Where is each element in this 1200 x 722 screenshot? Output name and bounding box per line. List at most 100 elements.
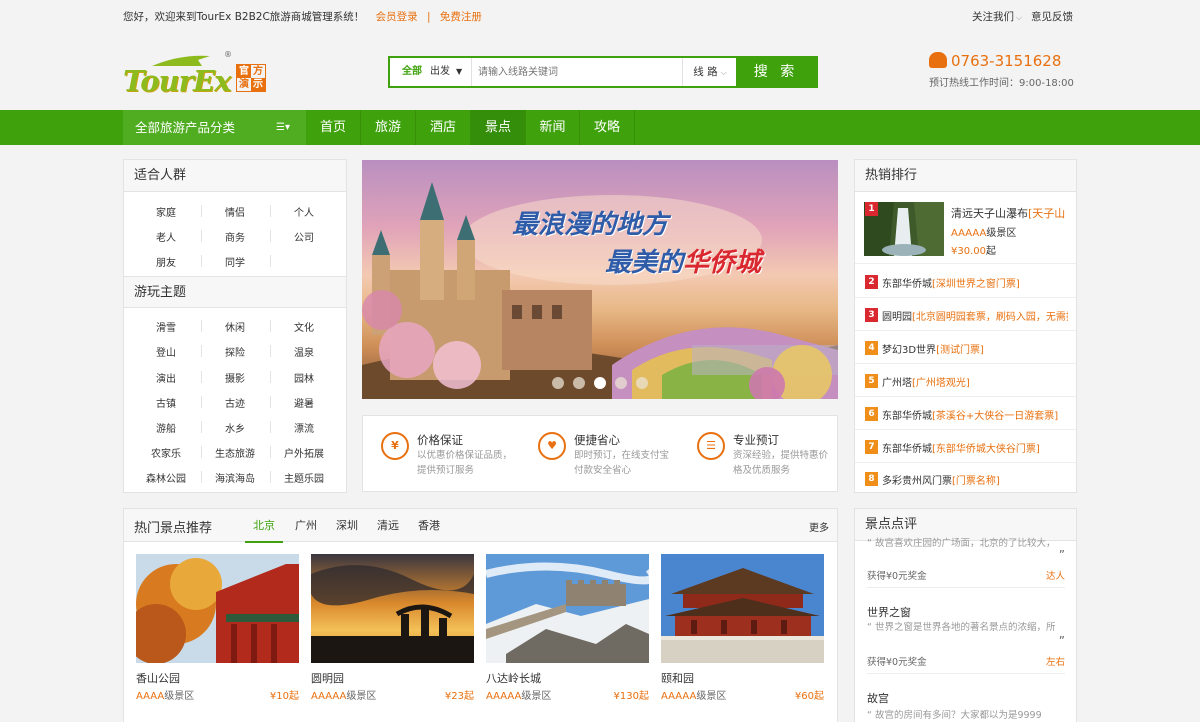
spot-name: 圆明园: [311, 672, 344, 685]
audience-tag[interactable]: 朋友: [132, 254, 200, 269]
promo-banner[interactable]: 最浪漫的地方 最美的华侨城: [362, 160, 838, 399]
theme-tag[interactable]: 古迹: [201, 395, 269, 410]
rank-item[interactable]: 5 广州塔[广州塔观光]: [855, 364, 1076, 397]
nav-item-travel[interactable]: 旅游: [361, 110, 416, 145]
nav-item-guides[interactable]: 攻略: [580, 110, 635, 145]
search-type-value: 线 路: [693, 66, 718, 78]
theme-tag[interactable]: 水乡: [201, 420, 269, 435]
yen-icon: ¥: [381, 432, 409, 460]
spot-card[interactable]: 颐和园 AAAAA级景区 ¥60起: [661, 554, 824, 702]
carousel-dot[interactable]: [552, 377, 564, 389]
carousel-dot-active[interactable]: [594, 377, 606, 389]
carousel-dot[interactable]: [573, 377, 585, 389]
theme-tag[interactable]: 温泉: [270, 344, 338, 359]
logo-wordmark: TourEx: [123, 64, 231, 98]
theme-tag[interactable]: 园林: [270, 370, 338, 385]
theme-tag[interactable]: 登山: [132, 344, 200, 359]
tag-divider: [270, 230, 271, 242]
search-type-select[interactable]: 线 路 ⌵: [682, 58, 737, 86]
more-link[interactable]: 更多: [809, 519, 829, 534]
spot-price-value: ¥130: [613, 691, 639, 702]
feedback-link[interactable]: 意见反馈: [1031, 9, 1073, 24]
carousel-dot[interactable]: [636, 377, 648, 389]
search-category-select[interactable]: 全部 出发 ▼: [390, 58, 472, 86]
spot-photo: [661, 554, 824, 663]
rank-item-top[interactable]: 1 1 清远天子山瀑布[天子山 AAAAA级景区 ¥30.00起: [855, 193, 1076, 264]
theme-tag[interactable]: 主题乐园: [270, 470, 338, 485]
spot-card[interactable]: 圆明园 AAAAA级景区 ¥23起: [311, 554, 474, 702]
tag-divider: [201, 446, 202, 458]
audience-tag[interactable]: 同学: [201, 254, 269, 269]
all-categories-menu[interactable]: 全部旅游产品分类 ☰▾: [123, 110, 306, 145]
spot-photo: [311, 554, 474, 663]
audience-tag[interactable]: 老人: [132, 229, 200, 244]
theme-tag[interactable]: 生态旅游: [201, 445, 269, 460]
audience-tag[interactable]: 情侣: [201, 204, 269, 219]
spot-level-stars: AAAA: [136, 691, 165, 702]
tab-hongkong[interactable]: 香港: [418, 517, 440, 541]
feature-title: 专业预订: [733, 433, 779, 447]
nav-item-attractions[interactable]: 景点: [471, 110, 526, 145]
nav-item-home[interactable]: 首页: [306, 110, 361, 145]
hot-sales-ranking: 热销排行 1 1 清远天子山瀑布[天子山 AAAAA级景区 ¥30.00起 2 …: [854, 159, 1077, 493]
spot-level-stars: AAAAA: [661, 691, 697, 702]
rank-top-level-stars: AAAAA: [951, 228, 987, 239]
theme-tag[interactable]: 滑雪: [132, 319, 200, 334]
feature-desc: 资深经验，提供特惠价格及优质服务: [733, 450, 829, 476]
spot-price: ¥60起: [795, 687, 824, 702]
theme-tag[interactable]: 休闲: [201, 319, 269, 334]
theme-tag[interactable]: 海滨海岛: [201, 470, 269, 485]
tag-divider: [270, 205, 271, 217]
spot-photo: [126, 554, 299, 664]
theme-tag[interactable]: 漂流: [270, 420, 338, 435]
audience-tag[interactable]: 商务: [201, 229, 269, 244]
rank-item-tag: [北京圆明园套票，刷码入园，无需排: [912, 312, 1068, 323]
tag-divider: [201, 255, 202, 267]
spot-card[interactable]: 香山公园 AAAA级景区 ¥10起: [126, 554, 299, 702]
nav-item-hotel[interactable]: 酒店: [416, 110, 471, 145]
hot-attractions-title: 热门景点推荐: [134, 521, 213, 536]
theme-tag[interactable]: 文化: [270, 319, 338, 334]
rank-item[interactable]: 6 东部华侨城[茶溪谷+大侠谷一日游套票]: [855, 397, 1076, 430]
theme-tag[interactable]: 演出: [132, 370, 200, 385]
audience-tag[interactable]: 公司: [270, 229, 338, 244]
search-button[interactable]: 搜 索: [736, 58, 816, 86]
rank-top-price-suffix: 起: [986, 246, 996, 257]
nav-item-news[interactable]: 新闻: [526, 110, 580, 145]
theme-tag[interactable]: 森林公园: [132, 470, 200, 485]
hotline-hours: 预订热线工作时间：9:00-18:00: [929, 78, 1074, 89]
spot-level-stars: AAAAA: [311, 691, 347, 702]
logo-swoosh-icon: [152, 55, 210, 66]
rank-item[interactable]: 8 多彩贵州风门票[门票名称]: [855, 463, 1076, 493]
rank-item[interactable]: 2 东部华侨城[深圳世界之窗门票]: [855, 265, 1076, 298]
theme-tag[interactable]: 避暑: [270, 395, 338, 410]
tab-shenzhen[interactable]: 深圳: [336, 517, 358, 541]
follow-us-dropdown[interactable]: 关注我们 ⌵: [972, 9, 1022, 24]
theme-tag[interactable]: 游船: [132, 420, 200, 435]
audience-tag[interactable]: 家庭: [132, 204, 200, 219]
review-user-link[interactable]: 左右: [867, 654, 1065, 668]
logo-link[interactable]: TourEx ® 官 方 演 示: [0, 32, 270, 110]
rank-badge: 6: [865, 407, 878, 421]
theme-tag[interactable]: 农家乐: [132, 445, 200, 460]
tab-qingyuan[interactable]: 清远: [377, 517, 399, 541]
rank-item[interactable]: 7 东部华侨城[东部华侨城大侠谷门票]: [855, 430, 1076, 463]
tab-guangzhou[interactable]: 广州: [295, 517, 317, 541]
audience-tag[interactable]: 个人: [270, 204, 338, 219]
carousel-dot[interactable]: [615, 377, 627, 389]
tab-beijing[interactable]: 北京: [245, 517, 283, 543]
theme-tag[interactable]: 户外拓展: [270, 445, 338, 460]
all-categories-label: 全部旅游产品分类: [135, 120, 236, 135]
spot-price: ¥10起: [270, 687, 299, 702]
rank-item[interactable]: 4 梦幻3D世界[测试门票]: [855, 331, 1076, 364]
theme-tag[interactable]: 摄影: [201, 370, 269, 385]
login-link[interactable]: 会员登录: [376, 11, 418, 23]
welcome-bar: 您好，欢迎来到TourEx B2B2C旅游商城管理系统！ 会员登录 | 免费注册: [123, 9, 482, 24]
spot-card[interactable]: 八达岭长城 AAAAA级景区 ¥130起: [485, 554, 657, 702]
theme-tag[interactable]: 探险: [201, 344, 269, 359]
theme-tag[interactable]: 古镇: [132, 395, 200, 410]
search-input[interactable]: [478, 58, 678, 86]
rank-item[interactable]: 3 圆明园[北京圆明园套票，刷码入园，无需排: [855, 298, 1076, 331]
review-user-link[interactable]: 达人: [867, 568, 1065, 582]
register-link[interactable]: 免费注册: [440, 11, 482, 23]
